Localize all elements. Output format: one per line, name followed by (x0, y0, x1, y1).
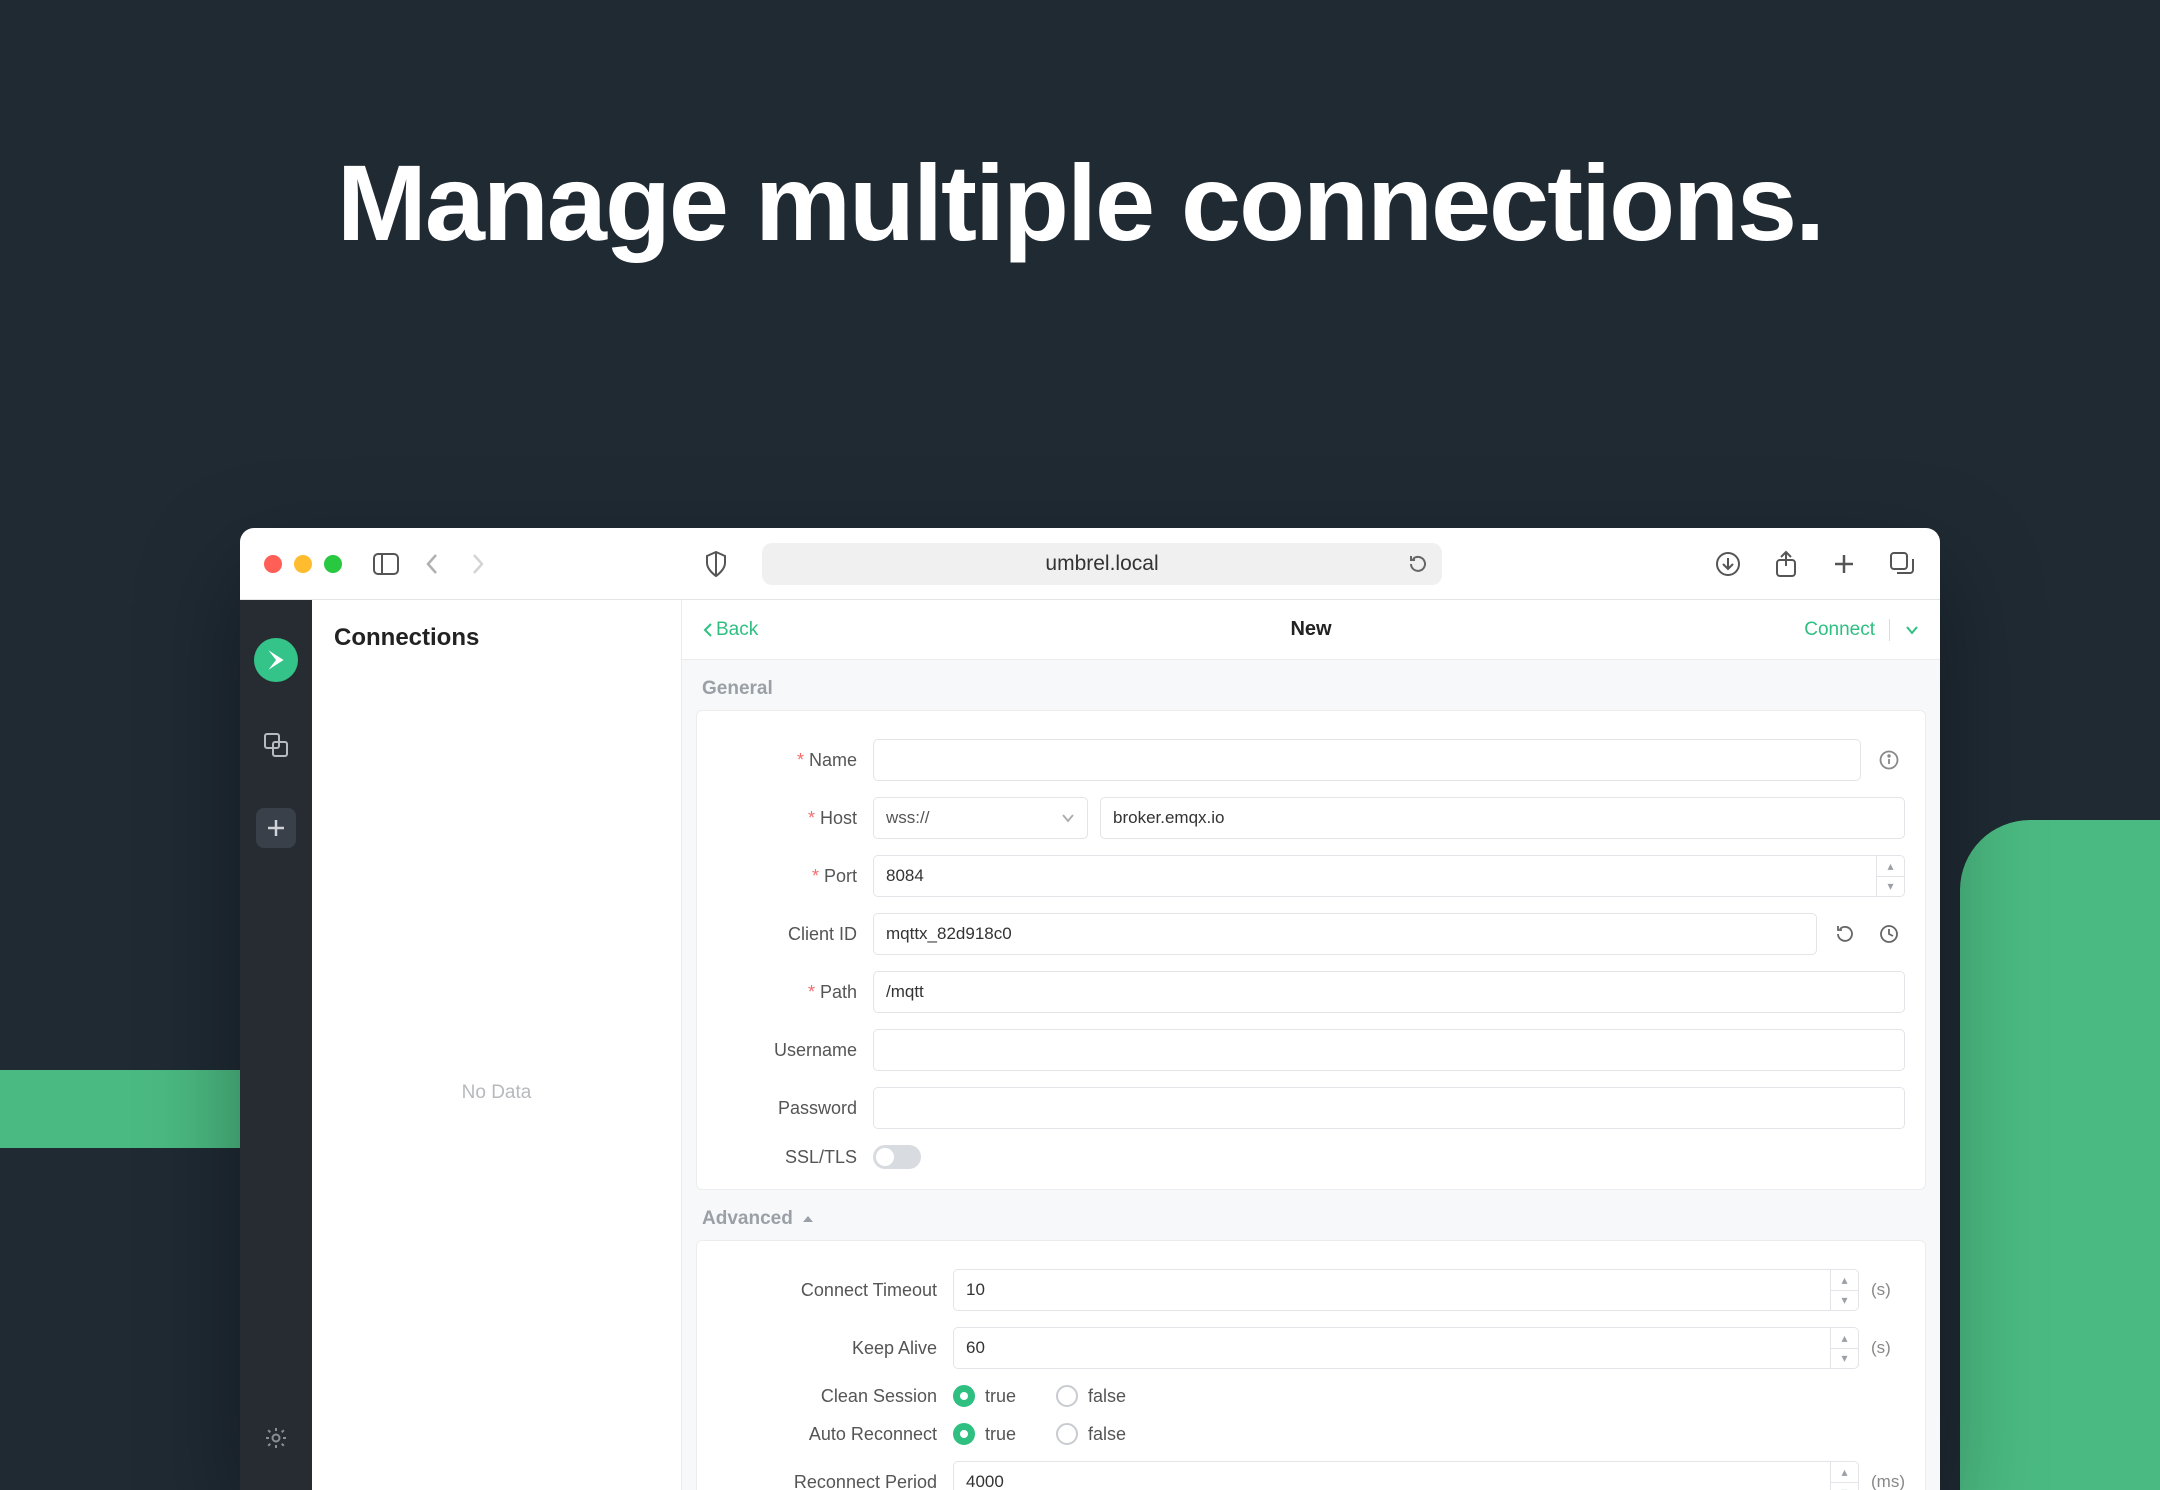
password-label: Password (717, 1098, 857, 1119)
reconnect-period-stepper[interactable]: ▴▾ (1830, 1462, 1858, 1490)
section-general-label: General (702, 678, 1920, 700)
clean-session-false-radio[interactable]: false (1056, 1385, 1126, 1407)
radio-true-label: true (985, 1386, 1016, 1407)
clean-session-true-radio[interactable]: true (953, 1385, 1016, 1407)
auto-reconnect-true-radio[interactable]: true (953, 1423, 1016, 1445)
connect-dropdown-icon[interactable] (1904, 624, 1920, 636)
scheme-value: wss:// (886, 808, 929, 828)
unit-ms: (ms) (1871, 1472, 1905, 1490)
keep-alive-stepper[interactable]: ▴▾ (1830, 1328, 1858, 1368)
settings-icon[interactable] (264, 1426, 288, 1450)
reconnect-period-input[interactable] (953, 1461, 1859, 1490)
copy-rail-icon[interactable] (263, 732, 289, 758)
radio-true-label: true (985, 1424, 1016, 1445)
name-label: Name (717, 750, 857, 771)
unit-seconds: (s) (1871, 1280, 1905, 1300)
reload-icon[interactable] (1408, 554, 1428, 574)
chevron-down-icon (1061, 813, 1075, 823)
host-label: Host (717, 808, 857, 829)
url-bar[interactable]: umbrel.local (762, 543, 1442, 585)
section-advanced-text: Advanced (702, 1208, 793, 1230)
ssl-label: SSL/TLS (717, 1147, 857, 1168)
general-card: Name Host wss:// (696, 710, 1926, 1190)
no-data-text: No Data (334, 1082, 659, 1104)
connections-panel: Connections No Data (312, 600, 682, 1490)
nav-forward-icon[interactable] (464, 550, 492, 578)
downloads-icon[interactable] (1714, 550, 1742, 578)
sidebar-toggle-icon[interactable] (372, 550, 400, 578)
client-id-label: Client ID (717, 924, 857, 945)
keep-alive-input[interactable] (953, 1327, 1859, 1369)
main-header: Back New Connect (682, 600, 1940, 660)
auto-reconnect-false-radio[interactable]: false (1056, 1423, 1126, 1445)
timestamp-id-icon[interactable] (1873, 924, 1905, 944)
back-label: Back (716, 619, 758, 641)
port-input[interactable] (873, 855, 1905, 897)
path-label: Path (717, 982, 857, 1003)
reconnect-period-label: Reconnect Period (717, 1472, 937, 1490)
connect-timeout-label: Connect Timeout (717, 1280, 937, 1301)
refresh-id-icon[interactable] (1829, 924, 1861, 944)
radio-false-label: false (1088, 1386, 1126, 1407)
minimize-window-icon[interactable] (294, 555, 312, 573)
auto-reconnect-label: Auto Reconnect (717, 1424, 937, 1445)
browser-window: umbrel.local (240, 528, 1940, 1490)
icon-rail (240, 600, 312, 1490)
accent-decoration-left (0, 1070, 240, 1148)
radio-false-label: false (1088, 1424, 1126, 1445)
collapse-icon (801, 1214, 815, 1224)
username-label: Username (717, 1040, 857, 1061)
clean-session-label: Clean Session (717, 1386, 937, 1407)
main-panel: Back New Connect General Name (682, 600, 1940, 1490)
nav-back-icon[interactable] (418, 550, 446, 578)
privacy-shield-icon[interactable] (702, 550, 730, 578)
path-input[interactable] (873, 971, 1905, 1013)
ssl-toggle[interactable] (873, 1145, 921, 1169)
password-input[interactable] (873, 1087, 1905, 1129)
port-label: Port (717, 866, 857, 887)
add-connection-button[interactable] (256, 808, 296, 848)
connect-button[interactable]: Connect (1804, 619, 1875, 641)
url-text: umbrel.local (1045, 552, 1158, 576)
port-stepper[interactable]: ▴▾ (1876, 856, 1904, 896)
unit-seconds: (s) (1871, 1338, 1905, 1358)
keep-alive-label: Keep Alive (717, 1338, 937, 1359)
form-area: General Name Host (682, 660, 1940, 1490)
zoom-window-icon[interactable] (324, 555, 342, 573)
share-icon[interactable] (1772, 550, 1800, 578)
scheme-select[interactable]: wss:// (873, 797, 1088, 839)
client-id-input[interactable] (873, 913, 1817, 955)
name-input[interactable] (873, 739, 1861, 781)
connect-timeout-input[interactable] (953, 1269, 1859, 1311)
app-body: Connections No Data Back New Connect (240, 600, 1940, 1490)
close-window-icon[interactable] (264, 555, 282, 573)
accent-decoration-right (1960, 820, 2160, 1490)
hero-title: Manage multiple connections. (0, 140, 2160, 265)
divider (1889, 619, 1890, 641)
app-logo-icon[interactable] (254, 638, 298, 682)
browser-toolbar: umbrel.local (240, 528, 1940, 600)
connections-title: Connections (334, 624, 659, 652)
tab-overview-icon[interactable] (1888, 550, 1916, 578)
new-tab-icon[interactable] (1830, 550, 1858, 578)
advanced-card: Connect Timeout ▴▾ (s) Keep Alive (696, 1240, 1926, 1490)
host-input[interactable] (1100, 797, 1905, 839)
page-title: New (1290, 618, 1331, 641)
info-icon[interactable] (1873, 750, 1905, 770)
username-input[interactable] (873, 1029, 1905, 1071)
window-controls (264, 555, 342, 573)
connect-timeout-stepper[interactable]: ▴▾ (1830, 1270, 1858, 1310)
back-button[interactable]: Back (702, 619, 758, 641)
section-advanced-label[interactable]: Advanced (702, 1208, 1920, 1230)
